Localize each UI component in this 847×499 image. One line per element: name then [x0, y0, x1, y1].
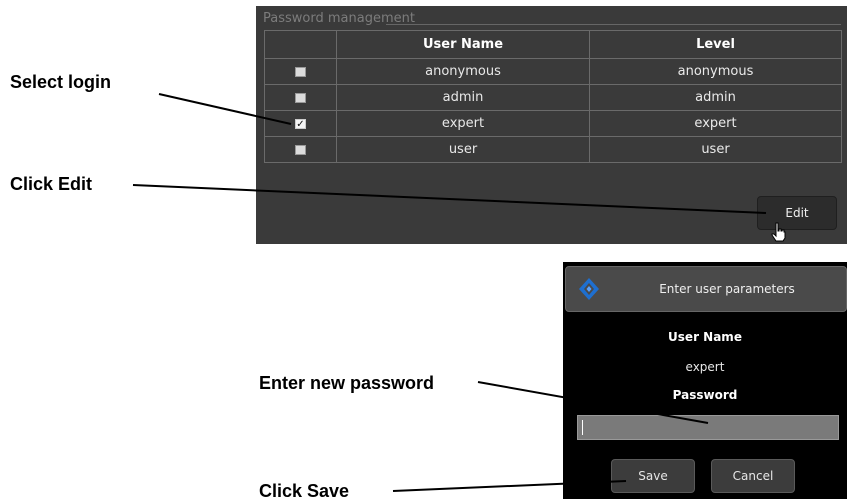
dialog-header: Enter user parameters [565, 266, 847, 312]
level-column-header: Level [589, 30, 842, 59]
user-name-cell: expert [336, 110, 590, 137]
edit-button[interactable]: Edit [757, 196, 837, 230]
table-row[interactable]: user user [264, 136, 842, 163]
table-row[interactable]: anonymous anonymous [264, 58, 842, 85]
level-cell: user [589, 136, 842, 163]
user-name-cell: anonymous [336, 58, 590, 85]
users-table: User Name Level anonymous anonymous admi… [264, 30, 842, 163]
checkmark-icon: ✓ [296, 118, 305, 130]
cancel-button[interactable]: Cancel [711, 459, 795, 493]
password-input[interactable] [577, 415, 839, 440]
checkbox-column-header [264, 30, 337, 59]
row-checkbox[interactable] [295, 92, 306, 103]
text-caret [582, 420, 583, 435]
table-row[interactable]: admin admin [264, 84, 842, 111]
level-cell: expert [589, 110, 842, 137]
row-checkbox[interactable] [295, 144, 306, 155]
row-checkbox-cell: ✓ [264, 110, 337, 137]
user-name-label: User Name [668, 330, 742, 344]
annotation-enter-new-password: Enter new password [259, 373, 435, 393]
dialog-title: Enter user parameters [659, 282, 795, 296]
row-checkbox-cell [264, 136, 337, 163]
password-label: Password [672, 388, 738, 402]
user-parameters-dialog: Enter user parameters User Name expert P… [563, 262, 847, 499]
user-name-column-header: User Name [336, 30, 590, 59]
table-row[interactable]: ✓ expert expert [264, 110, 842, 137]
user-name-cell: user [336, 136, 590, 163]
annotation-click-edit: Click Edit [10, 174, 93, 194]
level-cell: admin [589, 84, 842, 111]
title-divider [386, 24, 841, 25]
password-management-panel: Password management User Name Level anon… [256, 6, 847, 244]
save-button[interactable]: Save [611, 459, 695, 493]
hand-pointer-icon [771, 222, 786, 242]
annotation-select-login: Select login [10, 72, 112, 92]
row-checkbox-cell [264, 84, 337, 111]
row-checkbox[interactable] [295, 66, 306, 77]
user-name-value: expert [685, 360, 725, 374]
annotation-click-save: Click Save [259, 481, 350, 499]
level-cell: anonymous [589, 58, 842, 85]
diamond-logo-icon [579, 278, 599, 300]
table-header-row: User Name Level [264, 30, 842, 59]
row-checkbox-checked[interactable]: ✓ [295, 118, 306, 130]
row-checkbox-cell [264, 58, 337, 85]
user-name-cell: admin [336, 84, 590, 111]
